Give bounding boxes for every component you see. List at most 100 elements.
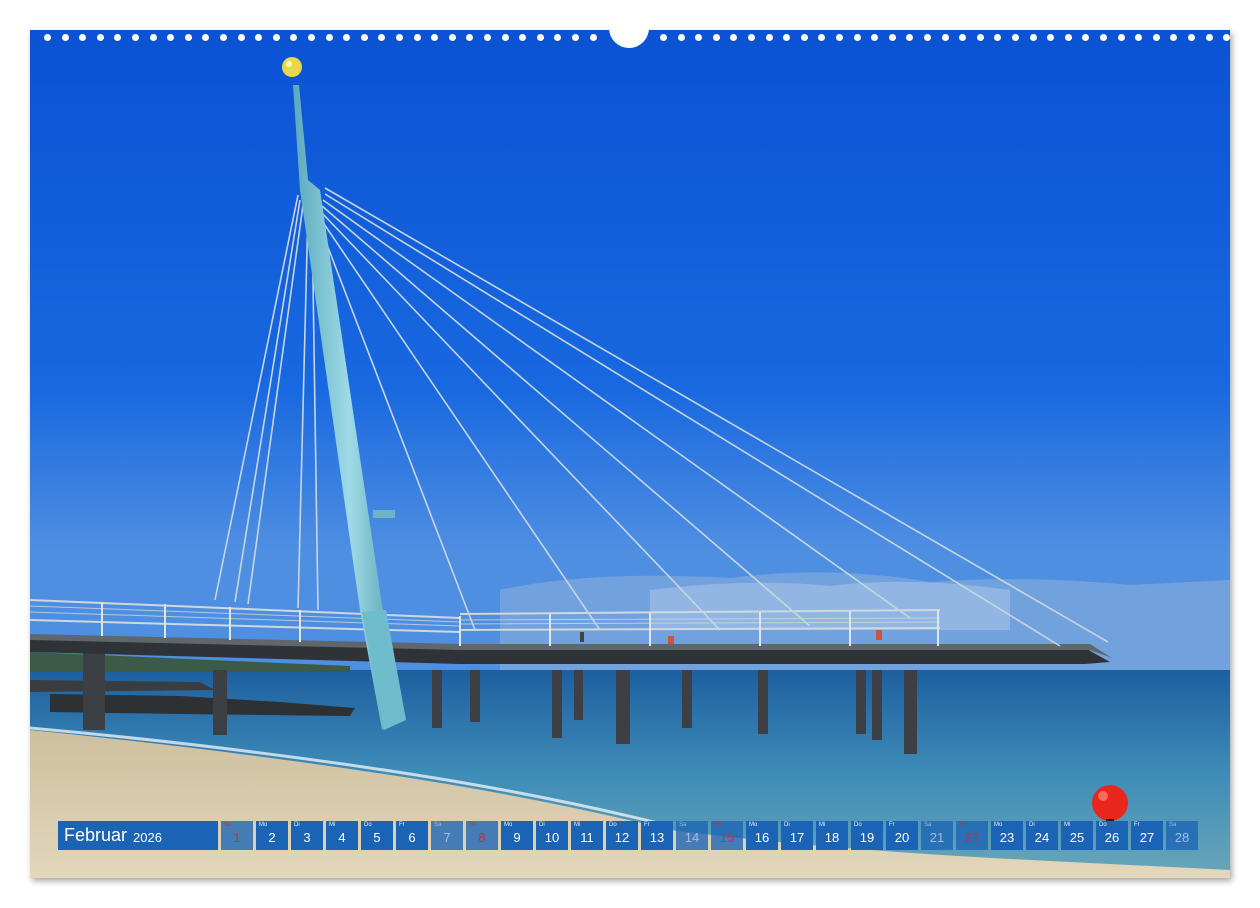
binding-hole [114, 34, 122, 41]
binding-hole [660, 34, 667, 41]
binding-hole [976, 34, 984, 41]
weekday-label: Mi [1064, 822, 1071, 828]
weekday-label: So [224, 822, 232, 828]
month-name: Februar [64, 825, 128, 845]
binding-hole [800, 34, 808, 41]
calendar-page [30, 30, 1230, 878]
day-number: 15 [719, 830, 735, 845]
day-number: 26 [1104, 830, 1120, 845]
day-cell: Do 26 [1096, 821, 1128, 850]
binding-hole [61, 34, 69, 41]
binding-hole [924, 34, 931, 41]
day-number: 19 [859, 830, 875, 845]
binding-hole [466, 34, 474, 41]
binding-hole [184, 34, 192, 41]
binding-hole [1223, 34, 1231, 41]
weekday-label: Di [539, 822, 545, 828]
binding-hole [906, 34, 914, 41]
weekday-label: Sa [679, 822, 687, 828]
weekday-label: Di [1029, 822, 1035, 828]
binding-hole [325, 34, 333, 41]
binding-hole [712, 34, 720, 41]
binding-hole [79, 34, 87, 41]
binding-hole [888, 34, 896, 41]
weekday-label: Sa [1169, 822, 1177, 828]
binding-hole [149, 34, 157, 41]
binding-hole [1205, 34, 1213, 41]
year-label: 2026 [133, 829, 162, 845]
binding-hole [1135, 34, 1143, 41]
binding-hole [290, 34, 298, 41]
weekday-label: So [714, 822, 722, 828]
day-cell: Sa 28 [1166, 821, 1198, 850]
day-number: 17 [789, 830, 805, 845]
weekday-label: Mo [259, 822, 268, 828]
day-cell: Do 5 [361, 821, 393, 850]
binding-hole [959, 34, 967, 41]
binding-hole [255, 34, 263, 41]
month-calendar-strip: Februar 2026 So 1 Mo 2 Di 3 Mi 4 Do 5 Fr 6 Sa 7 So 8 Mo 9… [58, 821, 1201, 850]
weekday-label: Mo [994, 822, 1003, 828]
binding-hole [413, 34, 421, 41]
binding-hole [695, 34, 703, 41]
day-cell: So 1 [221, 821, 253, 850]
day-number: 23 [999, 830, 1015, 845]
day-cell: Mo 9 [501, 821, 533, 850]
weekday-label: Di [784, 822, 790, 828]
binding-hole [572, 34, 579, 41]
binding-hole [536, 34, 544, 41]
binding-hole [132, 34, 139, 41]
day-number: 14 [684, 830, 700, 845]
weekday-label: Do [364, 822, 372, 828]
day-cell: Sa 21 [921, 821, 953, 850]
day-cell: Fr 20 [886, 821, 918, 850]
weekday-label: Fr [644, 822, 650, 828]
binding-hole [994, 34, 1002, 41]
binding-hole [44, 34, 51, 41]
day-number: 13 [649, 830, 665, 845]
weekday-label: Fr [889, 822, 895, 828]
binding-hole [96, 34, 104, 41]
binding-hole [343, 34, 351, 41]
binding-hole [1064, 34, 1072, 41]
day-number: 11 [580, 830, 594, 845]
weekday-label: Di [294, 822, 300, 828]
day-number: 5 [373, 830, 381, 845]
binding-hole [1012, 34, 1019, 41]
day-number: 3 [303, 830, 311, 845]
weekday-label: Fr [1134, 822, 1140, 828]
day-number: 12 [614, 830, 630, 845]
day-number: 24 [1034, 830, 1050, 845]
binding-hole [1100, 34, 1107, 41]
day-number: 2 [268, 830, 276, 845]
weekday-label: Do [854, 822, 862, 828]
binding-hole [1170, 34, 1178, 41]
binding-hole [677, 34, 685, 41]
day-number: 22 [964, 830, 980, 845]
binding-hole [308, 34, 315, 41]
day-cell: Mo 2 [256, 821, 288, 850]
binding-hole [836, 34, 843, 41]
binding-hole [765, 34, 773, 41]
binding-hole [220, 34, 227, 41]
weekday-label: Mi [819, 822, 826, 828]
binding-hole [1188, 34, 1195, 41]
day-cell: So 8 [466, 821, 498, 850]
weekday-label: Do [1099, 822, 1107, 828]
weekday-label: Sa [434, 822, 442, 828]
binding-hole [396, 34, 403, 41]
weekday-label: Mi [574, 822, 581, 828]
weekday-label: Mi [329, 822, 336, 828]
day-cell: Mi 18 [816, 821, 848, 850]
weekday-label: So [469, 822, 477, 828]
day-cell: Fr 6 [396, 821, 428, 850]
binding-hole [378, 34, 386, 41]
day-number: 6 [408, 830, 416, 845]
binding-hole [941, 34, 949, 41]
binding-hole [448, 34, 456, 41]
month-label-box: Februar 2026 [58, 821, 218, 850]
day-cell: Mo 16 [746, 821, 778, 850]
day-cell: Sa 14 [676, 821, 708, 850]
binding-hole [554, 34, 562, 41]
day-number: 25 [1069, 830, 1085, 845]
